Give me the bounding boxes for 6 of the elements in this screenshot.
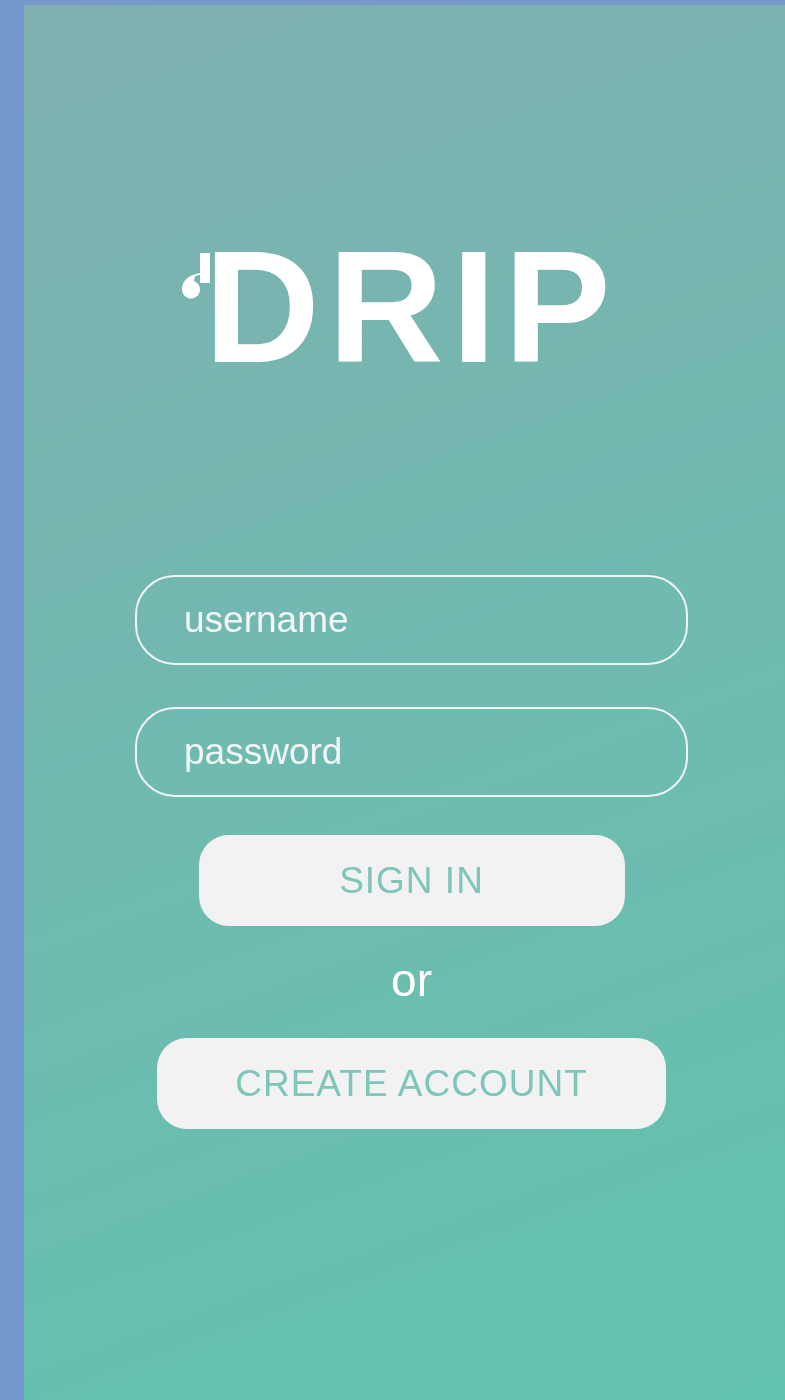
or-text: or xyxy=(391,953,432,1008)
create-account-button[interactable]: CREATE ACCOUNT xyxy=(157,1038,666,1129)
sign-in-button[interactable]: SIGN IN xyxy=(198,835,625,926)
username-field[interactable]: username xyxy=(135,575,688,665)
password-field[interactable]: password xyxy=(135,707,688,797)
logo-text: DRIP xyxy=(204,227,619,387)
